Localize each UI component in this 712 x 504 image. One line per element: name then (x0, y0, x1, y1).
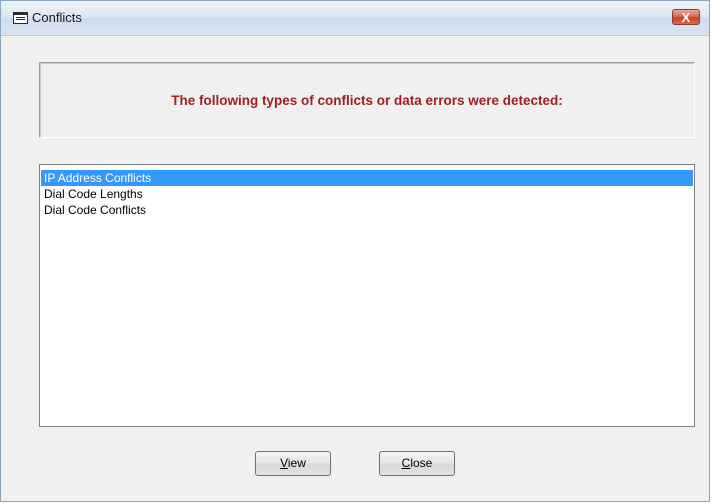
close-button[interactable]: Close (379, 451, 455, 476)
conflict-types-listbox[interactable]: IP Address Conflicts Dial Code Lengths D… (39, 164, 695, 427)
view-mnemonic: V (280, 456, 288, 470)
title-bar[interactable]: Conflicts X (1, 1, 709, 36)
window-close-button[interactable]: X (672, 9, 700, 25)
list-item-dial-code-conflicts[interactable]: Dial Code Conflicts (41, 202, 693, 218)
close-icon: X (681, 10, 691, 25)
view-button[interactable]: View (255, 451, 331, 476)
conflicts-message: The following types of conflicts or data… (171, 93, 563, 108)
form-window-icon (13, 12, 28, 24)
view-label-rest: iew (287, 456, 306, 470)
list-item-dial-code-lengths[interactable]: Dial Code Lengths (41, 186, 693, 202)
window-title: Conflicts (32, 10, 82, 25)
conflicts-dialog: Conflicts X The following types of confl… (0, 0, 710, 502)
close-label-rest: lose (410, 456, 433, 470)
list-item-ip-address-conflicts[interactable]: IP Address Conflicts (41, 170, 693, 186)
message-panel: The following types of conflicts or data… (39, 62, 695, 138)
